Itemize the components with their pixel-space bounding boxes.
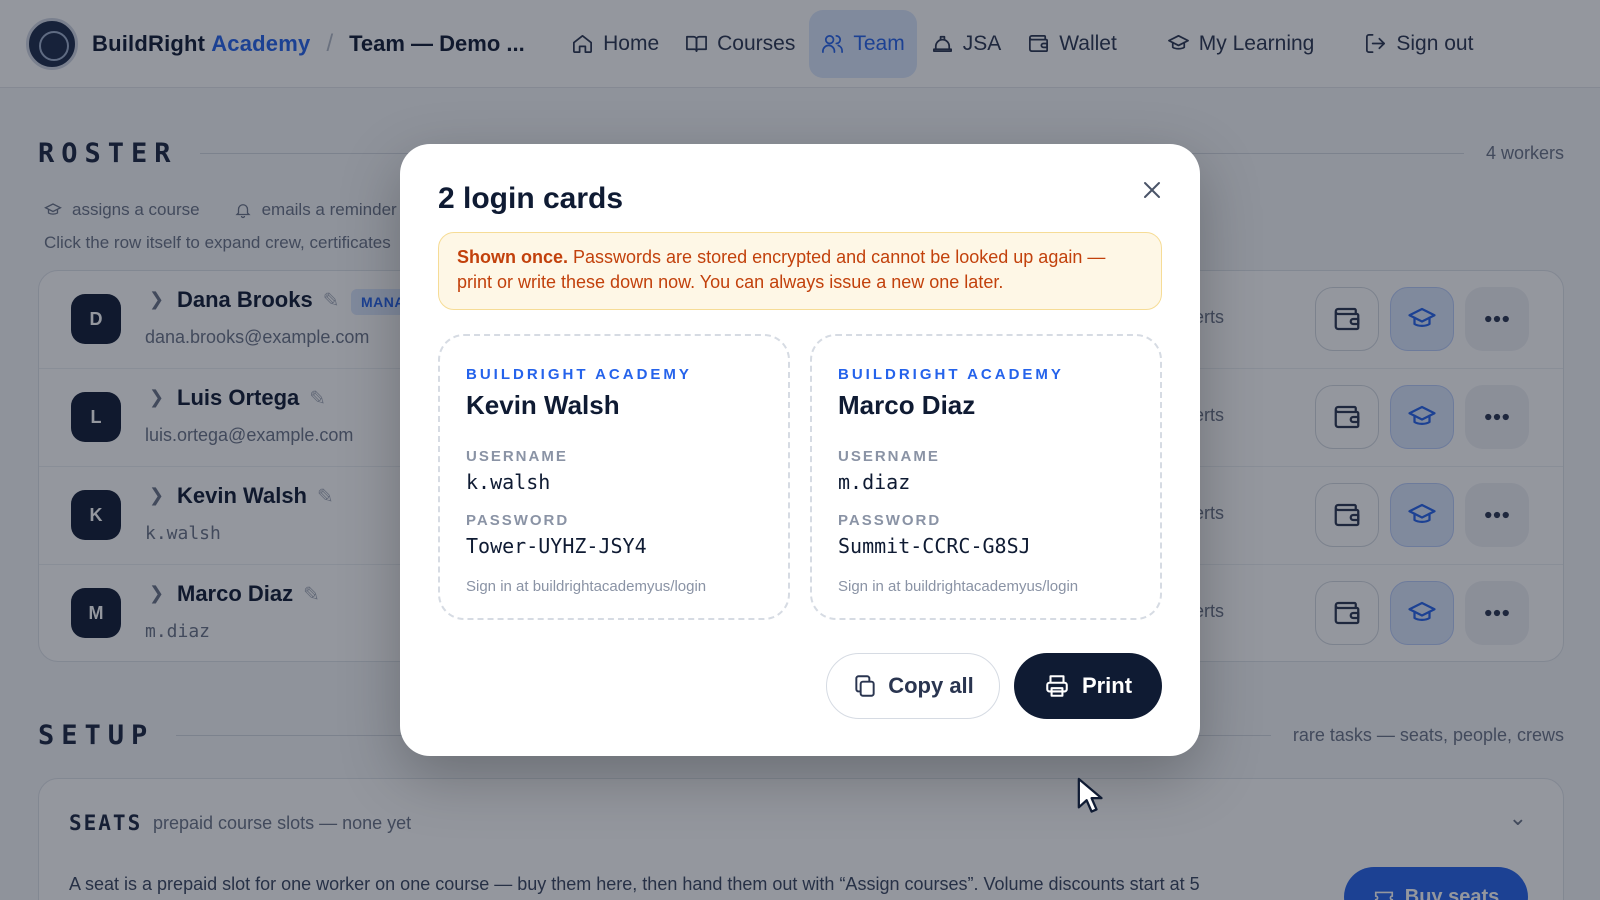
username-value: k.walsh: [466, 470, 551, 494]
card-signin-url: Sign in at buildrightacademyus/login: [838, 578, 1079, 595]
username-label: USERNAME: [838, 448, 940, 465]
dialog-title: 2 login cards: [438, 182, 624, 215]
print-button[interactable]: Print: [1014, 653, 1162, 719]
username-label: USERNAME: [466, 448, 568, 465]
password-label: PASSWORD: [838, 512, 942, 529]
warning-strong-text: Shown once.: [457, 247, 569, 267]
close-icon: [1144, 182, 1160, 198]
copy-all-label: Copy all: [888, 673, 974, 698]
copy-icon: [855, 675, 875, 697]
printer-icon: [1046, 675, 1068, 697]
card-signin-url: Sign in at buildrightacademyus/login: [466, 578, 707, 595]
password-value: Summit-CCRC-G8SJ: [838, 534, 1031, 558]
print-label: Print: [1081, 673, 1133, 698]
login-card: BUILDRIGHT ACADEMY Marco Diaz USERNAME m…: [810, 334, 1162, 620]
password-label: PASSWORD: [466, 512, 570, 529]
card-worker-name: Marco Diaz: [838, 390, 976, 420]
mouse-cursor-icon: [1077, 777, 1103, 813]
login-cards-dialog: 2 login cards Shown once. Passwords are …: [400, 144, 1200, 756]
card-worker-name: Kevin Walsh: [466, 390, 620, 420]
username-value: m.diaz: [838, 470, 911, 494]
copy-all-button[interactable]: Copy all: [826, 653, 1000, 719]
card-brand: BUILDRIGHT ACADEMY: [466, 366, 692, 383]
card-brand: BUILDRIGHT ACADEMY: [838, 366, 1064, 383]
login-card: BUILDRIGHT ACADEMY Kevin Walsh USERNAME …: [438, 334, 790, 620]
close-button[interactable]: [1132, 170, 1172, 210]
password-value: Tower-UYHZ-JSY4: [466, 534, 647, 558]
warning-banner: Shown once. Passwords are stored encrypt…: [438, 232, 1162, 310]
